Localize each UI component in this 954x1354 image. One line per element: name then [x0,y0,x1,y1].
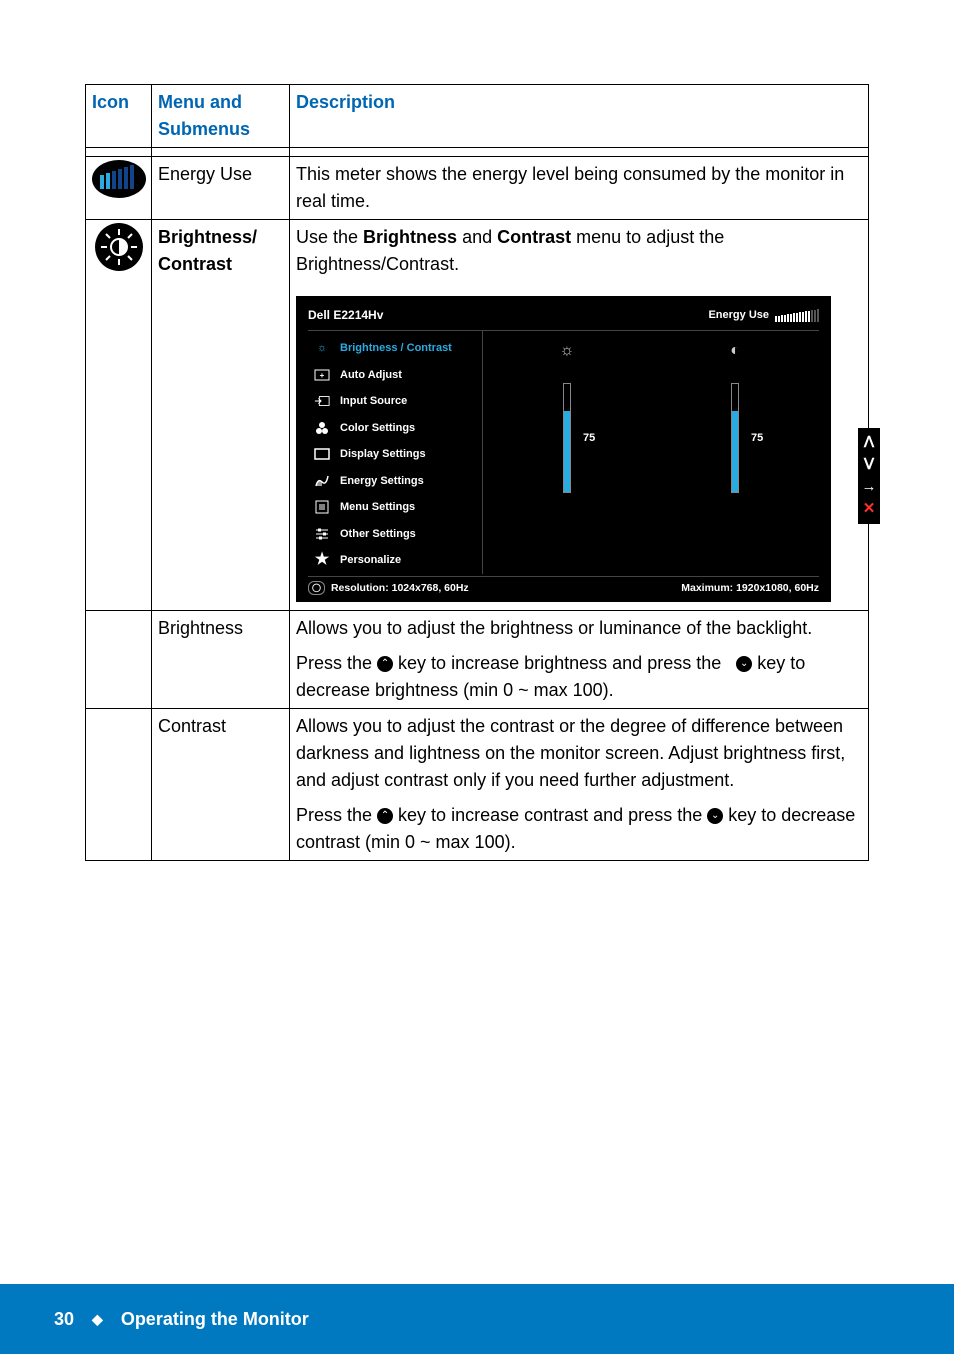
page-footer: 30 ◆ Operating the Monitor [0,1284,954,1354]
desc-brightness: Allows you to adjust the brightness or l… [290,611,869,709]
up-key-icon: ⌃ [377,808,393,824]
osd-resolution: ◯Resolution: 1024x768, 60Hz [308,581,469,597]
row-contrast: Contrast Allows you to adjust the contra… [86,709,869,861]
osd-up-button[interactable]: ᐱ [864,432,874,454]
up-key-icon: ⌃ [377,656,393,672]
page-number: 30 [54,1309,74,1330]
desc-contrast: Allows you to adjust the contrast or the… [290,709,869,861]
osd-menu-list: ☼Brightness / Contrast +Auto Adjust Inpu… [308,331,483,574]
osd-item-menu-settings[interactable]: Menu Settings [308,494,482,521]
contrast-value: 75 [751,430,763,447]
diamond-icon: ◆ [92,1311,103,1328]
contrast-slider[interactable] [731,383,739,493]
osd-screenshot: Dell E2214Hv Energy Use ☼Brightness / Co… [296,278,862,606]
energy-meter-icon [90,159,148,199]
other-settings-icon [314,526,330,542]
input-source-icon [314,393,330,409]
osd-item-auto-adjust[interactable]: +Auto Adjust [308,362,482,389]
osd-item-other-settings[interactable]: Other Settings [308,521,482,548]
row-brightness-contrast: Brightness/ Contrast Use the Brightness … [86,220,869,611]
osd-reference-table: Icon Menu and Submenus Description Energ… [85,84,869,861]
col-menu: Menu and Submenus [152,85,290,148]
brightness-contrast-icon [94,222,144,272]
menu-contrast: Contrast [152,709,290,861]
down-key-icon: ⌄ [707,808,723,824]
brightness-icon: ☼ [560,339,575,359]
desc-brightness-contrast: Use the Brightness and Contrast menu to … [290,220,869,611]
osd-energy-label: Energy Use [708,307,819,324]
table-header-row: Icon Menu and Submenus Description [86,85,869,148]
row-brightness: Brightness Allows you to adjust the brig… [86,611,869,709]
osd-item-brightness-contrast[interactable]: ☼Brightness / Contrast [308,335,482,362]
sun-icon: ☼ [314,340,330,356]
menu-brightness: Brightness [152,611,290,709]
row-energy-use: Energy Use This meter shows the energy l… [86,157,869,220]
osd-model: Dell E2214Hv [308,306,383,324]
brightness-slider[interactable] [563,383,571,493]
energy-settings-icon [314,473,330,489]
osd-item-display-settings[interactable]: Display Settings [308,441,482,468]
osd-slider-panel: ☼ 75 ◐ 75 [483,331,819,574]
menu-settings-icon [314,499,330,515]
osd-item-personalize[interactable]: ★Personalize [308,547,482,574]
osd-max-resolution: Maximum: 1920x1080, 60Hz [681,581,819,597]
osd-enter-button[interactable]: → [862,476,877,498]
desc-energy-use: This meter shows the energy level being … [290,157,869,220]
energy-bars-icon [775,309,819,322]
optimal-icon: ◯ [308,581,325,595]
osd-down-button[interactable]: ᐯ [864,454,874,476]
brightness-value: 75 [583,430,595,447]
osd-item-energy-settings[interactable]: Energy Settings [308,468,482,495]
osd-item-input-source[interactable]: Input Source [308,388,482,415]
svg-text:+: + [320,371,325,380]
col-icon: Icon [86,85,152,148]
down-key-icon: ⌄ [736,656,752,672]
menu-energy-use: Energy Use [152,157,290,220]
display-settings-icon [314,446,330,462]
star-icon: ★ [314,552,330,568]
section-title: Operating the Monitor [121,1309,309,1330]
osd-control-buttons: ᐱ ᐯ → ✕ [858,428,880,524]
osd-close-button[interactable]: ✕ [863,498,876,520]
auto-adjust-icon: + [314,367,330,383]
menu-brightness-contrast: Brightness/ Contrast [152,220,290,611]
table-header-row-2 [86,148,869,157]
osd-item-color-settings[interactable]: Color Settings [308,415,482,442]
page-content: Icon Menu and Submenus Description Energ… [0,0,954,861]
col-desc: Description [290,85,869,148]
contrast-icon: ◐ [730,339,740,359]
color-settings-icon [314,420,330,436]
